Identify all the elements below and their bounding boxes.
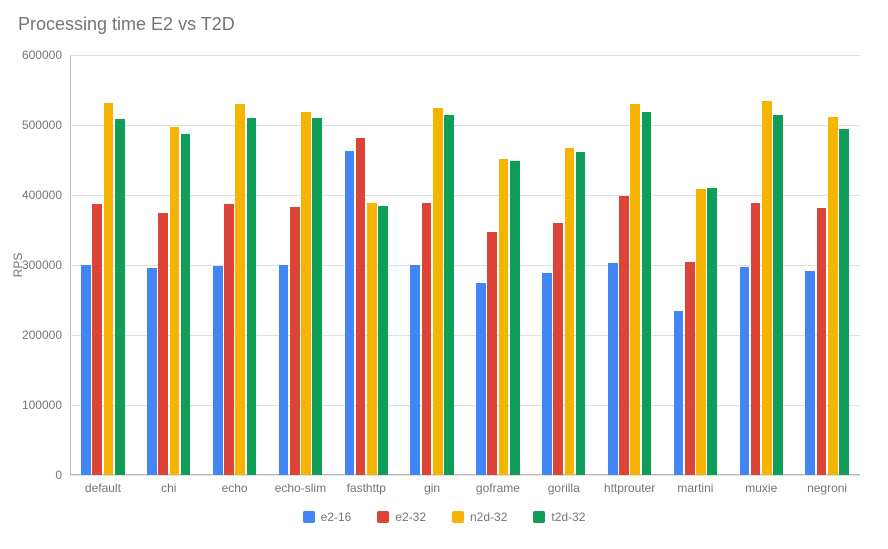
- x-tick-label: goframe: [476, 481, 520, 495]
- legend-item-e2-32[interactable]: e2-32: [377, 510, 426, 524]
- legend-swatch: [533, 511, 545, 523]
- bar-n2d-32: [104, 103, 114, 475]
- y-tick-label: 100000: [22, 398, 62, 412]
- y-tick-label: 400000: [22, 188, 62, 202]
- bar-e2-16: [740, 267, 750, 475]
- bar-e2-16: [542, 273, 552, 475]
- legend-swatch: [377, 511, 389, 523]
- x-tick-label: negroni: [807, 481, 847, 495]
- legend-swatch: [452, 511, 464, 523]
- bar-t2d-32: [312, 118, 322, 475]
- chart-title: Processing time E2 vs T2D: [18, 14, 235, 35]
- bar-t2d-32: [378, 206, 388, 476]
- legend-item-e2-16[interactable]: e2-16: [303, 510, 352, 524]
- bar-e2-16: [279, 265, 289, 475]
- bar-e2-16: [213, 266, 223, 475]
- bar-t2d-32: [576, 152, 586, 475]
- bar-e2-32: [619, 196, 629, 475]
- y-tick-label: 500000: [22, 118, 62, 132]
- bar-e2-16: [608, 263, 618, 475]
- plot-area: 0100000200000300000400000500000600000def…: [70, 55, 860, 475]
- gridline: [70, 125, 860, 126]
- bar-n2d-32: [235, 104, 245, 475]
- bar-n2d-32: [696, 189, 706, 475]
- bar-e2-32: [817, 208, 827, 475]
- bar-e2-16: [81, 265, 91, 475]
- x-tick-label: httprouter: [604, 481, 655, 495]
- bar-t2d-32: [247, 118, 257, 475]
- bar-e2-16: [805, 271, 815, 475]
- legend-label: e2-32: [395, 510, 426, 524]
- bar-e2-32: [224, 204, 234, 475]
- x-tick-label: martini: [677, 481, 713, 495]
- bar-n2d-32: [499, 159, 509, 475]
- y-tick-label: 200000: [22, 328, 62, 342]
- bar-t2d-32: [115, 119, 125, 475]
- bar-n2d-32: [762, 101, 772, 476]
- x-tick-label: gorilla: [548, 481, 580, 495]
- bar-e2-32: [553, 223, 563, 475]
- legend-swatch: [303, 511, 315, 523]
- legend-item-n2d-32[interactable]: n2d-32: [452, 510, 507, 524]
- bar-e2-32: [356, 138, 366, 475]
- bar-e2-32: [685, 262, 695, 475]
- legend-label: n2d-32: [470, 510, 507, 524]
- bar-e2-16: [147, 268, 157, 475]
- bar-e2-16: [674, 311, 684, 475]
- legend-label: t2d-32: [551, 510, 585, 524]
- x-tick-label: muxie: [745, 481, 777, 495]
- x-tick-label: gin: [424, 481, 440, 495]
- bar-e2-32: [751, 203, 761, 475]
- legend-item-t2d-32[interactable]: t2d-32: [533, 510, 585, 524]
- bar-e2-32: [92, 204, 102, 475]
- legend: e2-16 e2-32 n2d-32 t2d-32: [0, 510, 888, 524]
- x-tick-label: echo: [222, 481, 248, 495]
- bar-e2-32: [158, 213, 168, 476]
- bar-e2-32: [290, 207, 300, 475]
- bar-t2d-32: [642, 112, 652, 475]
- y-tick-label: 600000: [22, 48, 62, 62]
- bar-n2d-32: [301, 112, 311, 475]
- bar-e2-32: [487, 232, 497, 475]
- y-axis-label: RPS: [11, 253, 25, 278]
- bar-t2d-32: [181, 134, 191, 475]
- bar-n2d-32: [433, 108, 443, 476]
- x-tick-label: echo-slim: [275, 481, 326, 495]
- bar-n2d-32: [170, 127, 180, 475]
- legend-label: e2-16: [321, 510, 352, 524]
- bar-n2d-32: [630, 104, 640, 475]
- gridline: [70, 55, 860, 56]
- x-tick-label: default: [85, 481, 121, 495]
- gridline: [70, 475, 860, 476]
- bar-t2d-32: [773, 115, 783, 475]
- bar-t2d-32: [444, 115, 454, 475]
- bar-t2d-32: [510, 161, 520, 475]
- bar-n2d-32: [367, 203, 377, 475]
- bar-e2-16: [345, 151, 355, 475]
- bar-e2-16: [410, 265, 420, 475]
- bar-e2-16: [476, 283, 486, 476]
- y-tick-label: 0: [55, 468, 62, 482]
- bar-t2d-32: [707, 188, 717, 475]
- x-tick-label: fasthttp: [347, 481, 386, 495]
- bar-n2d-32: [565, 148, 575, 475]
- bar-e2-32: [422, 203, 432, 475]
- bar-n2d-32: [828, 117, 838, 475]
- x-tick-label: chi: [161, 481, 176, 495]
- y-tick-label: 300000: [22, 258, 62, 272]
- bar-t2d-32: [839, 129, 849, 475]
